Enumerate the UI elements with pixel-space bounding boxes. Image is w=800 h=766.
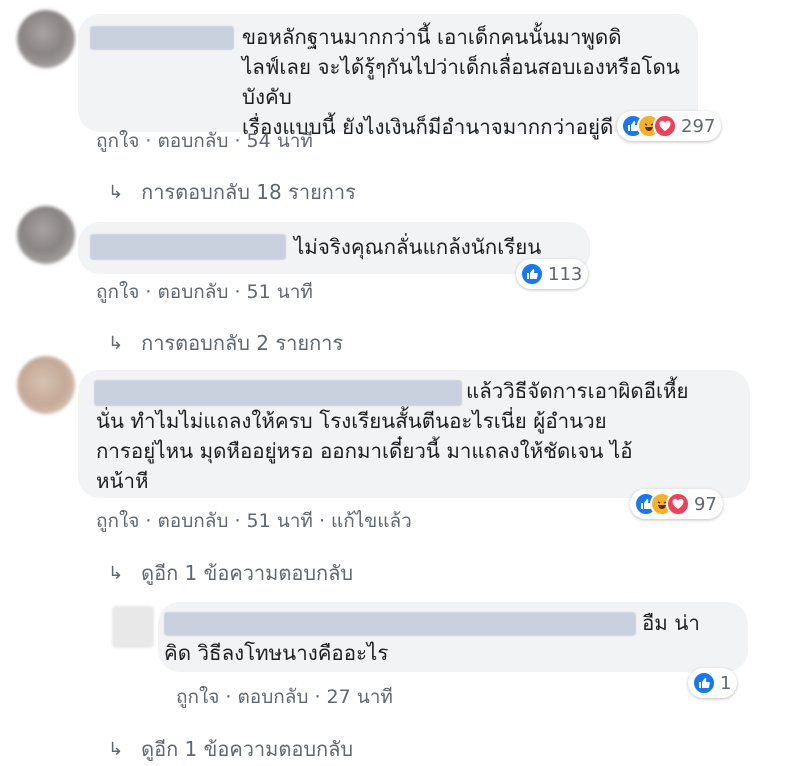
reaction-summary[interactable]: 1 xyxy=(688,668,738,698)
commenter-avatar[interactable] xyxy=(17,206,75,264)
like-link[interactable]: ถูกใจ xyxy=(96,510,139,532)
reaction-count: 113 xyxy=(548,263,583,285)
like-link[interactable]: ถูกใจ xyxy=(96,130,139,152)
reply-actions: ถูกใจ · ตอบกลับ · 27 นาที xyxy=(176,686,393,708)
reply-link[interactable]: ตอบกลับ xyxy=(157,510,228,532)
reply-link[interactable]: ตอบกลับ xyxy=(157,130,228,152)
reply-arrow-icon: ↳ xyxy=(108,562,124,584)
reply-link[interactable]: ตอบกลับ xyxy=(237,686,308,708)
reply-arrow-icon: ↳ xyxy=(108,738,124,760)
comment-actions: ถูกใจ · ตอบกลับ · 51 นาที xyxy=(96,281,313,303)
view-replies-label: การตอบกลับ 18 รายการ xyxy=(141,180,356,204)
timestamp[interactable]: 27 นาที xyxy=(327,686,393,708)
comment-actions: ถูกใจ · ตอบกลับ · 51 นาที · แก้ไขแล้ว xyxy=(96,510,412,532)
timestamp[interactable]: 51 นาที xyxy=(247,510,313,532)
redacted-name xyxy=(90,26,234,50)
love-icon xyxy=(653,114,677,138)
reaction-count: 297 xyxy=(681,115,716,137)
view-replies-link[interactable]: ↳ ดูอีก 1 ข้อความตอบกลับ xyxy=(108,733,353,765)
like-link[interactable]: ถูกใจ xyxy=(96,281,139,303)
redacted-name xyxy=(90,234,286,260)
reaction-count: 1 xyxy=(720,672,732,694)
commenter-avatar[interactable] xyxy=(17,356,75,414)
view-replies-label: ดูอีก 1 ข้อความตอบกลับ xyxy=(141,561,354,585)
view-replies-link[interactable]: ↳ การตอบกลับ 2 รายการ xyxy=(108,327,343,359)
commenter-avatar[interactable] xyxy=(17,10,75,68)
reply-link[interactable]: ตอบกลับ xyxy=(157,281,228,303)
reply-arrow-icon: ↳ xyxy=(108,332,124,354)
like-icon xyxy=(520,262,544,286)
reply-arrow-icon: ↳ xyxy=(108,181,124,203)
comment-bubble: ไม่จริงคุณกลั่นแกล้งนักเรียน xyxy=(78,222,590,274)
reply-text: อืม น่า คิด วิธีลงโทษนางคืออะไร xyxy=(164,611,700,665)
timestamp[interactable]: 51 นาที xyxy=(247,281,313,303)
edited-label[interactable]: แก้ไขแล้ว xyxy=(331,510,412,532)
view-replies-label: ดูอีก 1 ข้อความตอบกลับ xyxy=(141,737,354,761)
comment-bubble: ขอหลักฐานมากกว่านี้ เอาเด็กคนนั้นมาพูดดิ… xyxy=(78,14,698,139)
like-link[interactable]: ถูกใจ xyxy=(176,686,219,708)
reaction-count: 97 xyxy=(694,493,717,515)
love-icon xyxy=(666,492,690,516)
reaction-summary[interactable]: 297 xyxy=(617,111,722,141)
like-icon xyxy=(692,671,716,695)
comment-actions: ถูกใจ · ตอบกลับ · 54 นาที xyxy=(96,130,313,152)
view-replies-link[interactable]: ↳ ดูอีก 1 ข้อความตอบกลับ xyxy=(108,557,353,589)
comment-text: แล้ววิธีจัดการเอาผิดอีเหี้ย นั่น ทำไมไม่… xyxy=(96,379,689,493)
comment-text: ไม่จริงคุณกลั่นแกล้งนักเรียน xyxy=(294,235,542,259)
timestamp[interactable]: 54 นาที xyxy=(247,130,313,152)
reaction-summary[interactable]: 97 xyxy=(630,489,723,519)
reaction-summary[interactable]: 113 xyxy=(516,259,589,289)
view-replies-link[interactable]: ↳ การตอบกลับ 18 รายการ xyxy=(108,176,356,208)
view-replies-label: การตอบกลับ 2 รายการ xyxy=(141,331,344,355)
replier-avatar[interactable] xyxy=(112,606,154,648)
